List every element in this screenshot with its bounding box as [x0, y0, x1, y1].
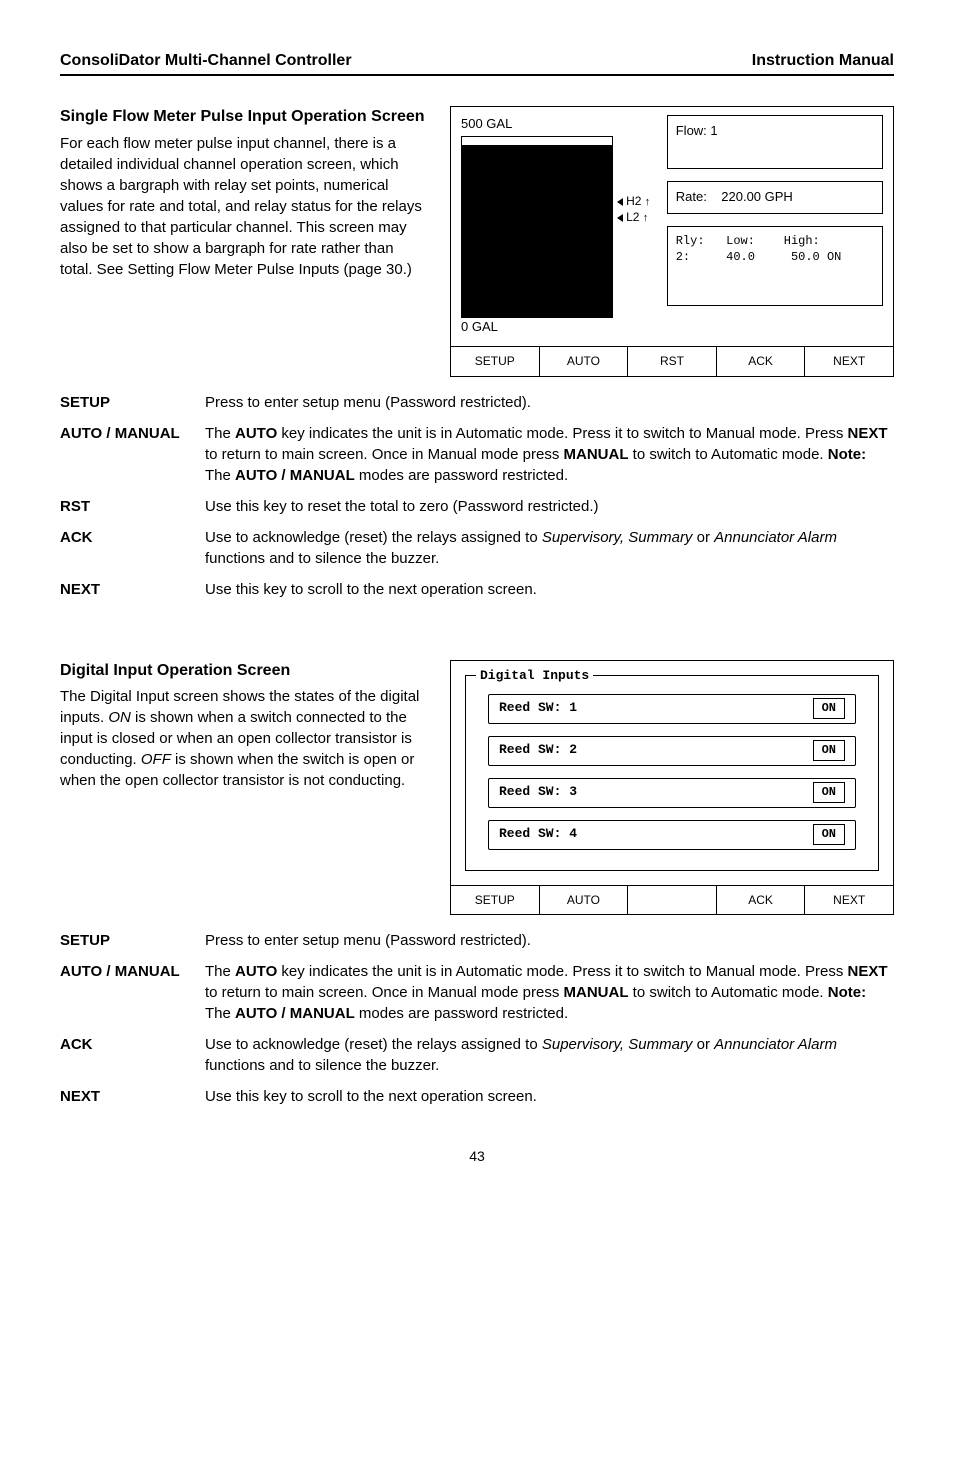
definition-desc: The AUTO key indicates the unit is in Au…	[205, 961, 894, 1024]
di-label: Reed SW: 1	[499, 699, 577, 717]
definition-row: ACKUse to acknowledge (reset) the relays…	[60, 1034, 894, 1076]
definition-row: NEXTUse this key to scroll to the next o…	[60, 579, 894, 600]
ack-button[interactable]: ACK	[717, 886, 806, 915]
flow-title: Flow: 1	[676, 123, 718, 138]
definition-term: SETUP	[60, 392, 205, 413]
definition-desc: Use to acknowledge (reset) the relays as…	[205, 527, 894, 569]
auto-button[interactable]: AUTO	[540, 886, 629, 915]
blank-button	[628, 886, 717, 915]
definitions-2: SETUPPress to enter setup menu (Password…	[60, 930, 894, 1107]
relay-box: Rly: Low: High: 2: 40.0 50.0 ON	[667, 226, 883, 306]
definition-term: ACK	[60, 1034, 205, 1076]
next-button[interactable]: NEXT	[805, 886, 893, 915]
definition-term: NEXT	[60, 579, 205, 600]
digital-input-field: Reed SW: 4 ON	[488, 820, 856, 850]
di-label: Reed SW: 4	[499, 825, 577, 843]
di-state: ON	[813, 740, 845, 761]
digital-input-field: Reed SW: 2 ON	[488, 736, 856, 766]
up-arrow-icon	[645, 194, 651, 208]
di-label: Reed SW: 2	[499, 741, 577, 759]
definition-row: AUTO / MANUALThe AUTO key indicates the …	[60, 961, 894, 1024]
definition-desc: The AUTO key indicates the unit is in Au…	[205, 423, 894, 486]
screen2-buttons: SETUP AUTO ACK NEXT	[451, 885, 893, 915]
di-legend: Digital Inputs	[476, 667, 593, 685]
bargraph	[461, 136, 613, 318]
definition-term: RST	[60, 496, 205, 517]
bg-top-label: 500 GAL	[461, 115, 611, 133]
flow-screen: 500 GAL 0 GAL H2 L2	[450, 106, 894, 376]
definition-term: NEXT	[60, 1086, 205, 1107]
ack-button[interactable]: ACK	[717, 346, 806, 376]
section1-heading: Single Flow Meter Pulse Input Operation …	[60, 106, 430, 128]
section1-body: For each flow meter pulse input channel,…	[60, 133, 430, 280]
auto-button[interactable]: AUTO	[540, 346, 629, 376]
definition-term: AUTO / MANUAL	[60, 423, 205, 486]
definition-term: SETUP	[60, 930, 205, 951]
definition-row: ACKUse to acknowledge (reset) the relays…	[60, 527, 894, 569]
bg-bottom-label: 0 GAL	[461, 318, 611, 336]
digital-input-field: Reed SW: 3 ON	[488, 778, 856, 808]
section2-body: The Digital Input screen shows the state…	[60, 686, 430, 791]
header-right: Instruction Manual	[752, 50, 894, 72]
page-header: ConsoliDator Multi-Channel Controller In…	[60, 50, 894, 76]
up-arrow-icon	[643, 210, 649, 224]
l2-mark: L2	[626, 210, 639, 224]
definition-row: SETUPPress to enter setup menu (Password…	[60, 930, 894, 951]
digital-input-screen: Digital Inputs Reed SW: 1ONReed SW: 2ONR…	[450, 660, 894, 916]
bargraph-fill	[462, 145, 612, 317]
setup-button[interactable]: SETUP	[451, 886, 540, 915]
screen1-buttons: SETUP AUTO RST ACK NEXT	[451, 346, 893, 376]
di-label: Reed SW: 3	[499, 783, 577, 801]
definition-term: ACK	[60, 527, 205, 569]
section2-heading: Digital Input Operation Screen	[60, 660, 430, 682]
triangle-icon	[617, 214, 623, 222]
rst-button[interactable]: RST	[628, 346, 717, 376]
di-state: ON	[813, 782, 845, 803]
h2-mark: H2	[626, 194, 641, 208]
definition-term: AUTO / MANUAL	[60, 961, 205, 1024]
di-state: ON	[813, 824, 845, 845]
flow-title-box: Flow: 1	[667, 115, 883, 169]
definition-row: NEXTUse this key to scroll to the next o…	[60, 1086, 894, 1107]
rate-value: 220.00 GPH	[721, 189, 793, 204]
triangle-icon	[617, 198, 623, 206]
page-number: 43	[60, 1147, 894, 1167]
header-left: ConsoliDator Multi-Channel Controller	[60, 50, 352, 72]
setpoint-marks: H2 L2	[617, 115, 661, 315]
definition-desc: Use this key to scroll to the next opera…	[205, 579, 894, 600]
definition-row: AUTO / MANUALThe AUTO key indicates the …	[60, 423, 894, 486]
setup-button[interactable]: SETUP	[451, 346, 540, 376]
definition-desc: Use to acknowledge (reset) the relays as…	[205, 1034, 894, 1076]
rate-label: Rate:	[676, 189, 707, 204]
definition-desc: Press to enter setup menu (Password rest…	[205, 392, 894, 413]
rate-box: Rate: 220.00 GPH	[667, 181, 883, 213]
definitions-1: SETUPPress to enter setup menu (Password…	[60, 392, 894, 600]
definition-desc: Use this key to scroll to the next opera…	[205, 1086, 894, 1107]
definition-desc: Use this key to reset the total to zero …	[205, 496, 894, 517]
definition-row: RSTUse this key to reset the total to ze…	[60, 496, 894, 517]
definition-row: SETUPPress to enter setup menu (Password…	[60, 392, 894, 413]
di-state: ON	[813, 698, 845, 719]
definition-desc: Press to enter setup menu (Password rest…	[205, 930, 894, 951]
relay-text: Rly: Low: High: 2: 40.0 50.0 ON	[676, 233, 874, 267]
next-button[interactable]: NEXT	[805, 346, 893, 376]
digital-input-field: Reed SW: 1 ON	[488, 694, 856, 724]
